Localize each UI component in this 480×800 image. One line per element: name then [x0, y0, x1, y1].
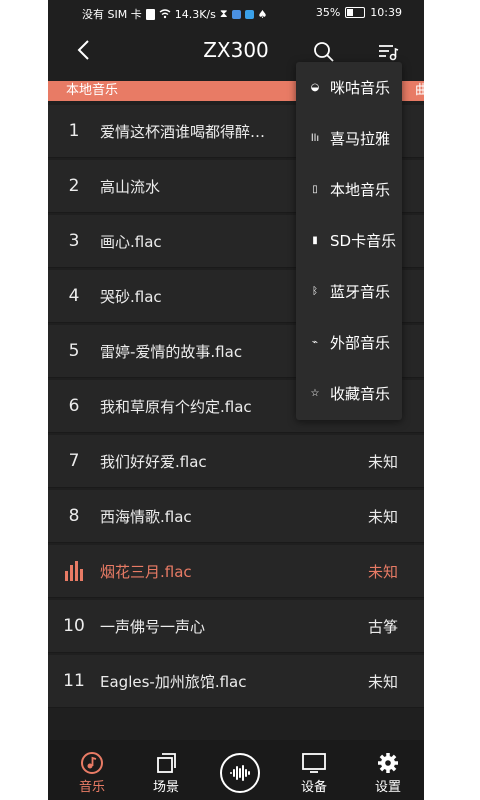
song-row[interactable]: 7 我们好好爱.flac 未知: [48, 435, 424, 488]
wifi-icon: [159, 9, 171, 19]
nav-scene[interactable]: 场景: [136, 750, 196, 795]
section-label: 本地音乐: [66, 83, 119, 98]
search-icon: [314, 42, 334, 62]
menu-item-1[interactable]: ◒ 咪咕音乐: [296, 62, 402, 113]
page-title: ZX300: [203, 38, 269, 62]
status-bar: 没有 SIM 卡 14.3K/s ⧗ ♠ 35% 10:39: [48, 0, 424, 26]
song-genre: 未知: [368, 452, 399, 471]
song-index: 5: [68, 341, 80, 361]
network-speed: 14.3K/s: [174, 7, 216, 21]
menu-item-label: 外部音乐: [330, 334, 391, 352]
music-disc-icon: [81, 752, 103, 774]
scene-icon: [157, 753, 176, 773]
migu-icon: ◒: [310, 82, 320, 93]
nav-scene-label: 场景: [152, 780, 179, 795]
song-index: 4: [68, 286, 80, 306]
song-row[interactable]: 10 一声佛号一声心 古筝: [48, 600, 424, 653]
menu-item-label: 喜马拉雅: [330, 130, 391, 148]
song-title: 我们好好爱.flac: [100, 452, 207, 471]
song-index: 1: [68, 121, 80, 141]
device-icon: [302, 753, 326, 773]
menu-item-label: 本地音乐: [330, 181, 391, 199]
menu-item-6[interactable]: ⌁ 外部音乐: [296, 317, 402, 368]
star-icon: ☆: [310, 388, 320, 399]
source-dropdown-menu: ◒ 咪咕音乐 llı 喜马拉雅 ▯ 本地音乐 ▮ SD卡音乐 ᛒ 蓝牙音乐 ⌁ 外部音乐 ☆ 收藏音乐: [296, 62, 402, 420]
song-index: 3: [68, 231, 80, 251]
menu-item-4[interactable]: ▮ SD卡音乐: [296, 215, 402, 266]
song-index: 7: [68, 451, 80, 471]
source-menu-button[interactable]: [376, 40, 400, 64]
nav-settings-label: 设置: [374, 780, 401, 795]
song-row[interactable]: 烟花三月.flac 未知: [48, 545, 424, 598]
battery-icon: [345, 7, 366, 18]
ximalaya-icon: llı: [310, 133, 320, 144]
song-index: 11: [63, 671, 85, 691]
nav-music[interactable]: 音乐: [62, 750, 122, 795]
gear-icon: [378, 753, 398, 773]
song-index: 10: [63, 616, 85, 636]
menu-item-label: 咪咕音乐: [330, 79, 391, 97]
bottom-navigation: 音乐 场景 设备 设置: [48, 740, 424, 800]
nav-device[interactable]: 设备: [284, 750, 344, 795]
sdcard-icon: ▮: [312, 235, 318, 246]
song-row[interactable]: 8 西海情歌.flac 未知: [48, 490, 424, 543]
app-screen: 没有 SIM 卡 14.3K/s ⧗ ♠ 35% 10:39 ZX300 本地音…: [48, 0, 424, 800]
bluetooth-icon: ᛒ: [312, 286, 318, 297]
song-title: 烟花三月.flac: [100, 562, 192, 581]
song-title: 一声佛号一声心: [100, 617, 206, 636]
menu-item-label: SD卡音乐: [330, 232, 397, 250]
song-title: Eagles-加州旅馆.flac: [100, 672, 247, 691]
song-genre: 古筝: [368, 617, 399, 636]
nav-device-label: 设备: [300, 780, 327, 795]
menu-item-3[interactable]: ▯ 本地音乐: [296, 164, 402, 215]
song-index: 2: [68, 176, 80, 196]
hourglass-icon: ⧗: [219, 7, 228, 20]
phone-icon: ▯: [312, 184, 318, 195]
notification-icon: [145, 8, 155, 20]
nav-settings[interactable]: 设置: [358, 750, 418, 795]
song-row[interactable]: 11 Eagles-加州旅馆.flac 未知: [48, 655, 424, 708]
song-title: 西海情歌.flac: [100, 507, 192, 526]
waveform-icon: [230, 765, 250, 781]
playlist-icon: [379, 45, 399, 61]
song-index: 8: [68, 506, 80, 526]
battery-percent: 35%: [315, 6, 341, 19]
app-badge-icon-2: [244, 9, 254, 19]
clock: 10:39: [370, 6, 402, 19]
app-badge-icon: [231, 9, 241, 19]
qq-icon: ♠: [257, 7, 268, 21]
menu-item-5[interactable]: ᛒ 蓝牙音乐: [296, 266, 402, 317]
song-genre: 未知: [368, 672, 399, 691]
song-index: 6: [68, 396, 80, 416]
now-playing-button[interactable]: [220, 753, 260, 793]
menu-item-label: 蓝牙音乐: [330, 283, 391, 301]
menu-item-7[interactable]: ☆ 收藏音乐: [296, 368, 402, 419]
song-genre: 未知: [368, 507, 399, 526]
menu-item-label: 收藏音乐: [330, 385, 391, 403]
nav-music-label: 音乐: [78, 780, 105, 795]
search-button[interactable]: [312, 40, 336, 64]
now-playing-icon: [48, 561, 100, 581]
external-icon: ⌁: [311, 337, 319, 348]
section-right-label: 曲: [414, 83, 424, 98]
menu-item-2[interactable]: llı 喜马拉雅: [296, 113, 402, 164]
song-genre: 未知: [368, 562, 399, 581]
carrier-text: 没有 SIM 卡: [82, 8, 142, 21]
